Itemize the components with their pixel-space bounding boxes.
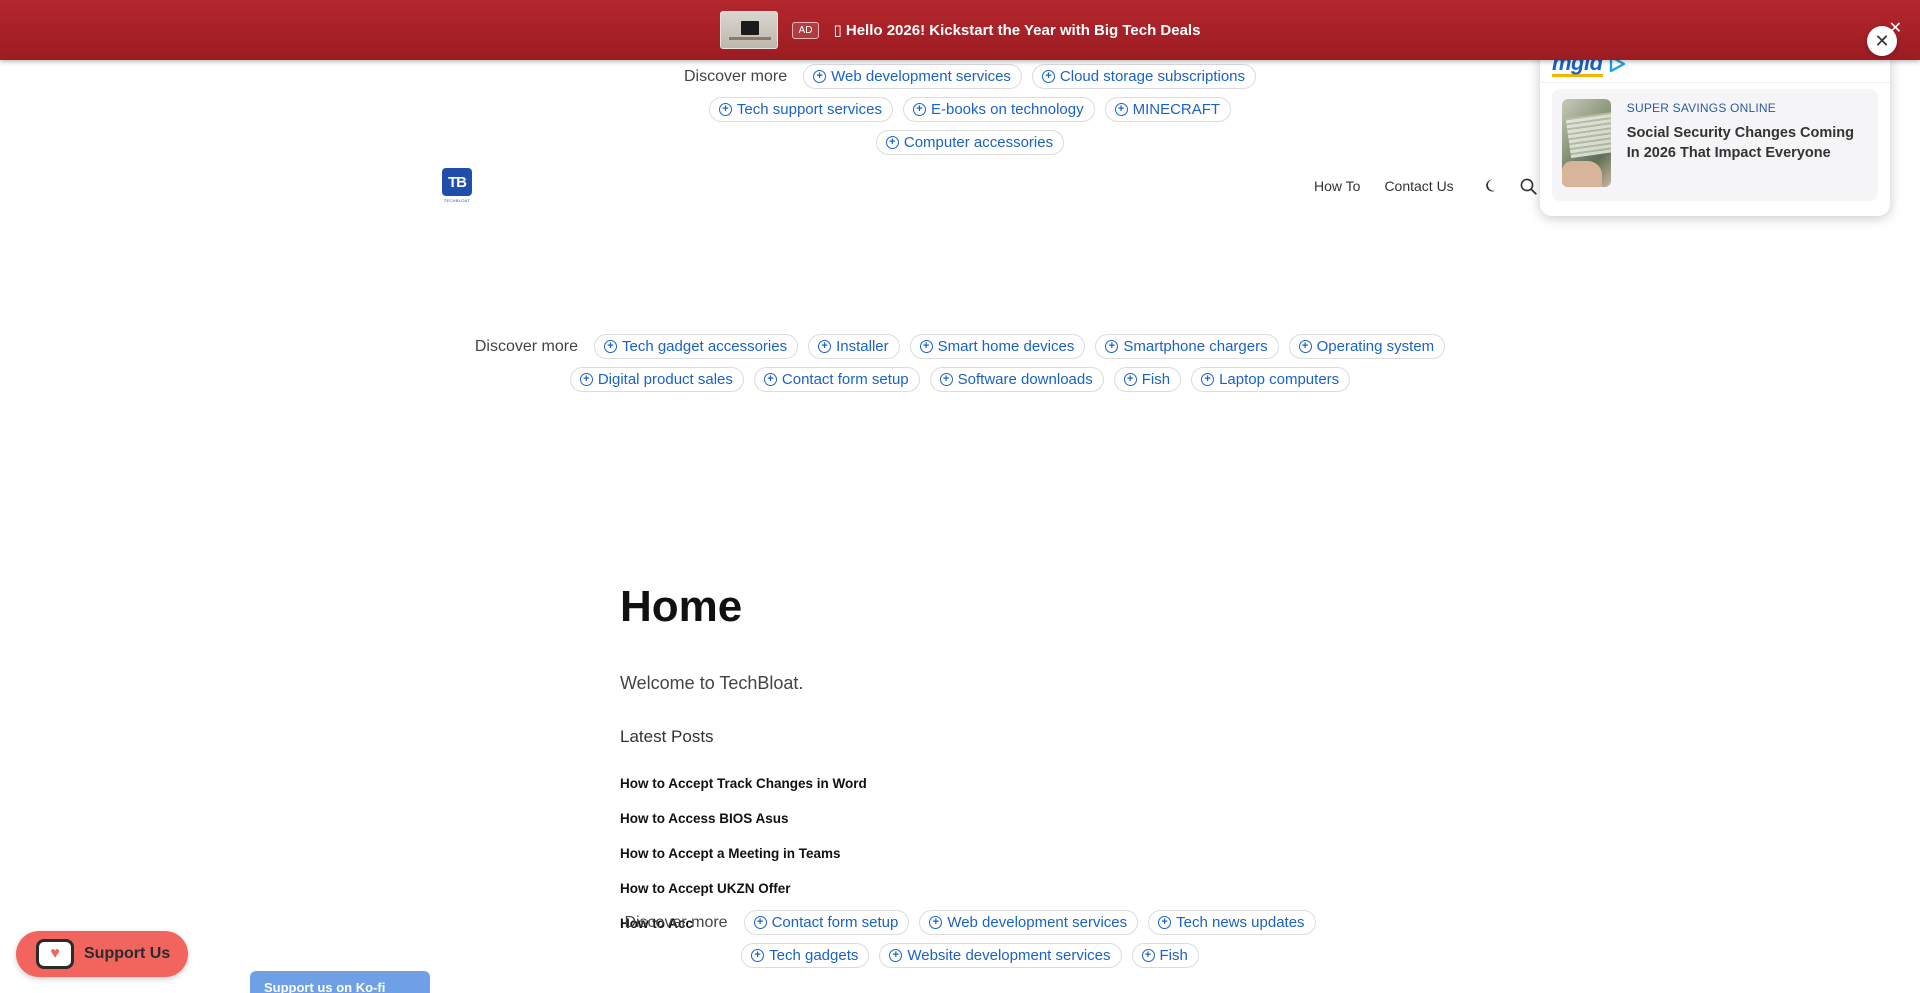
welcome-text: Welcome to TechBloat.	[620, 673, 804, 693]
post-link[interactable]: How to Accept a Meeting in Teams	[620, 846, 867, 881]
plus-circle-icon: +	[1201, 373, 1215, 386]
plus-circle-icon: +	[753, 916, 767, 929]
plus-circle-icon: +	[885, 136, 899, 149]
latest-posts-heading: Latest Posts	[620, 727, 714, 746]
ad-badge: AD	[791, 21, 820, 39]
plus-circle-icon: +	[1105, 340, 1119, 353]
discover-chip[interactable]: + Contact form setup	[743, 910, 910, 935]
discover-chip[interactable]: + E-books on technology	[902, 97, 1095, 122]
search-icon[interactable]	[1520, 178, 1537, 195]
discover-chip[interactable]: + Smartphone chargers	[1095, 334, 1279, 359]
support-us-button[interactable]: ♥ Support Us	[16, 931, 188, 977]
mgid-ad-kicker: SUPER SAVINGS ONLINE	[1626, 101, 1776, 115]
post-link[interactable]: How to Access BIOS Asus	[620, 811, 867, 846]
plus-circle-icon: +	[939, 373, 953, 386]
plus-circle-icon: +	[751, 949, 765, 962]
discover-chip[interactable]: + Contact form setup	[753, 367, 920, 392]
discover-chip[interactable]: + Computer accessories	[875, 130, 1065, 155]
discover-chip[interactable]: + MINECRAFT	[1104, 97, 1232, 122]
plus-circle-icon: +	[889, 949, 903, 962]
plus-circle-icon: +	[718, 103, 732, 116]
discover-chip[interactable]: + Web development services	[919, 910, 1139, 935]
logo-mark: TB	[442, 168, 472, 196]
discover-chip[interactable]: + Fish	[1113, 367, 1182, 392]
plus-circle-icon: +	[1114, 103, 1128, 116]
discover-more-middle: Discover more + Tech gadget accessories +…	[440, 334, 1480, 392]
discover-more-label: Discover more	[683, 67, 788, 85]
plus-circle-icon: +	[1041, 70, 1055, 83]
logo-caption: TECHBLOAT	[443, 198, 471, 203]
support-us-label: Support Us	[84, 945, 171, 962]
heart-icon: ♥	[50, 945, 60, 962]
mgid-close-button[interactable]: ✕	[1867, 26, 1897, 56]
discover-chip[interactable]: + Digital product sales	[569, 367, 744, 392]
plus-circle-icon: +	[763, 373, 777, 386]
plus-circle-icon: +	[912, 103, 926, 116]
mgid-ad-headline[interactable]: Social Security Changes Coming In 2026 T…	[1627, 123, 1868, 163]
mgid-ad-widget: mgid SUPER SAVINGS ONLINE Social Securit…	[1540, 40, 1890, 216]
discover-chip[interactable]: + Cloud storage subscriptions	[1031, 64, 1257, 89]
post-link[interactable]: How to Accept Track Changes in Word	[620, 776, 867, 811]
ad-thumbnail-image[interactable]	[719, 11, 778, 49]
plus-circle-icon: +	[818, 340, 832, 353]
nav-item-contact-us[interactable]: Contact Us	[1384, 178, 1453, 194]
main-nav: How To Contact Us	[1314, 178, 1454, 194]
mgid-ad-card[interactable]: SUPER SAVINGS ONLINE Social Security Cha…	[1552, 89, 1878, 201]
discover-chip[interactable]: + Fish	[1131, 943, 1199, 968]
discover-chip[interactable]: + Installer	[808, 334, 900, 359]
site-logo[interactable]: TB TECHBLOAT	[442, 168, 472, 204]
plus-circle-icon: +	[1141, 949, 1155, 962]
discover-chip[interactable]: + Smart home devices	[909, 334, 1086, 359]
discover-chip[interactable]: + Tech support services	[708, 97, 893, 122]
plus-circle-icon: +	[929, 916, 943, 929]
discover-more-top: Discover more + Web development services …	[650, 64, 1290, 155]
nav-item-how-to[interactable]: How To	[1314, 178, 1360, 194]
plus-circle-icon: +	[579, 373, 593, 386]
discover-chip[interactable]: + Operating system	[1288, 334, 1446, 359]
page-title: Home	[620, 582, 743, 631]
plus-circle-icon: +	[1123, 373, 1137, 386]
discover-chip[interactable]: + Tech news updates	[1148, 910, 1316, 935]
plus-circle-icon: +	[813, 70, 827, 83]
mgid-ad-image[interactable]	[1562, 99, 1611, 187]
top-ad-banner[interactable]: AD ▯ Hello 2026! Kickstart the Year with…	[0, 0, 1920, 60]
plus-circle-icon: +	[1158, 916, 1172, 929]
ad-headline[interactable]: ▯ Hello 2026! Kickstart the Year with Bi…	[833, 21, 1200, 39]
plus-circle-icon: +	[1298, 340, 1312, 353]
discover-chip[interactable]: + Website development services	[879, 943, 1122, 968]
plus-circle-icon: +	[603, 340, 617, 353]
discover-chip[interactable]: + Tech gadgets	[741, 943, 870, 968]
coffee-cup-icon: ♥	[36, 939, 74, 969]
dark-mode-moon-icon[interactable]	[1484, 178, 1500, 194]
mgid-divider	[1540, 82, 1890, 83]
discover-more-label: Discover more	[474, 337, 578, 355]
discover-chip[interactable]: + Software downloads	[929, 367, 1104, 392]
discover-chip[interactable]: + Tech gadget accessories	[593, 334, 799, 359]
discover-more-label: Discover more	[624, 913, 728, 931]
plus-circle-icon: +	[919, 340, 933, 353]
discover-chip[interactable]: + Laptop computers	[1191, 367, 1351, 392]
kofi-support-bar[interactable]: Support us on Ko-fi	[250, 971, 430, 993]
discover-chip[interactable]: + Web development services	[803, 64, 1022, 89]
discover-more-bottom: Discover more + Contact form setup + Web d…	[620, 910, 1320, 968]
